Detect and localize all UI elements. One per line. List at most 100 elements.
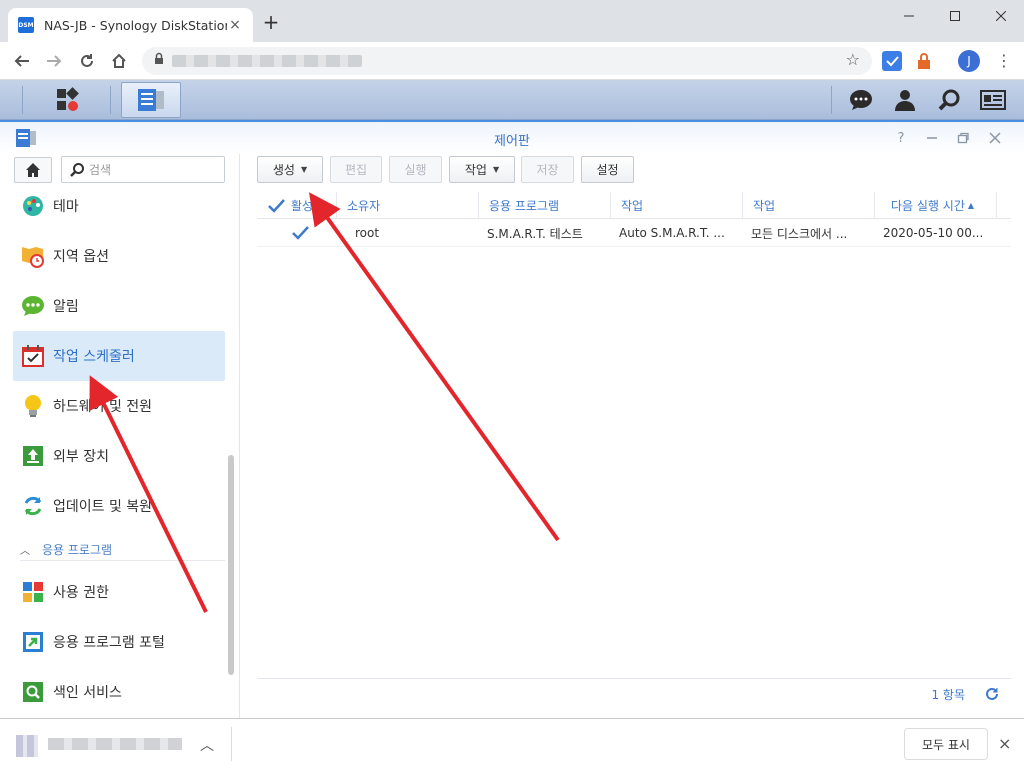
- sidebar-item-indexing-service[interactable]: 색인 서비스: [13, 667, 225, 717]
- back-arrow-icon[interactable]: [10, 49, 34, 73]
- taskbar-divider: [831, 86, 832, 114]
- refresh-icon[interactable]: [983, 685, 1001, 703]
- caret-down-icon: ▼: [492, 165, 500, 174]
- lock-grid-icon: [21, 580, 45, 604]
- window-close-icon[interactable]: [978, 0, 1024, 32]
- chat-icon[interactable]: [846, 86, 876, 114]
- sidebar-item-label: 하드웨어 및 전원: [53, 399, 153, 415]
- chat-bubble-icon: [21, 294, 45, 318]
- dsm-taskbar: [0, 80, 1024, 120]
- sidebar-item-theme[interactable]: 테마: [13, 181, 225, 231]
- sort-ascending-icon: ▲: [967, 201, 975, 210]
- browser-tab[interactable]: DSM NAS-JB - Synology DiskStation ×: [8, 8, 253, 42]
- sidebar: 테마 지역 옵션 알림 작업 스케줄러 하드웨어 및 전원 외부 장치 업데: [0, 154, 240, 718]
- column-owner[interactable]: 소유자: [337, 192, 479, 219]
- action-label: 작업: [464, 163, 487, 177]
- maximize-icon[interactable]: [932, 0, 978, 32]
- window-minimize-icon[interactable]: [923, 129, 941, 147]
- search-input[interactable]: [89, 162, 209, 177]
- cell-next-run: 2020-05-10 00...: [883, 226, 984, 240]
- extension-check-icon[interactable]: [882, 51, 902, 71]
- sidebar-item-privileges[interactable]: 사용 권한: [13, 567, 225, 617]
- select-all-checkbox[interactable]: [267, 197, 285, 215]
- sidebar-item-hardware-power[interactable]: 하드웨어 및 전원: [13, 381, 225, 431]
- sidebar-item-regional-options[interactable]: 지역 옵션: [13, 231, 225, 281]
- minimize-icon[interactable]: [886, 0, 932, 32]
- map-clock-icon: [21, 244, 45, 268]
- window-close-button-icon[interactable]: [986, 129, 1004, 147]
- sidebar-item-label: 업데이트 및 복원: [53, 499, 153, 515]
- portal-arrow-icon: [21, 630, 45, 654]
- sidebar-search[interactable]: [61, 156, 225, 183]
- caret-down-icon: ▼: [300, 165, 308, 174]
- cell-enabled[interactable]: [257, 219, 337, 247]
- table-row[interactable]: root S.M.A.R.T. 테스트 Auto S.M.A.R.T. ... …: [257, 219, 1011, 247]
- sidebar-item-label: 외부 장치: [53, 449, 109, 465]
- blurred-url: [172, 55, 362, 67]
- sidebar-scrollbar[interactable]: [228, 455, 234, 675]
- show-all-button[interactable]: 모두 표시: [904, 728, 988, 760]
- blurred-download-name[interactable]: [48, 738, 182, 750]
- sidebar-item-update-restore[interactable]: 업데이트 및 복원: [13, 481, 225, 531]
- settings-button[interactable]: 설정: [581, 156, 634, 183]
- save-button[interactable]: 저장: [521, 156, 574, 183]
- cell-application: S.M.A.R.T. 테스트: [487, 226, 583, 241]
- bookmark-star-icon[interactable]: ☆: [846, 50, 860, 69]
- palette-icon: [21, 194, 45, 218]
- user-icon[interactable]: [890, 86, 920, 114]
- sidebar-section-applications[interactable]: ︿ 응용 프로그램: [20, 541, 225, 561]
- cell-task: Auto S.M.A.R.T. ...: [619, 226, 725, 240]
- task-scheduler-panel: 생성 ▼ 편집 실행 작업 ▼ 저장 설정 활성 소유자 응용 프로그램 작업 작업…: [241, 154, 1024, 718]
- sidebar-item-external-devices[interactable]: 외부 장치: [13, 431, 225, 481]
- shelf-divider: [231, 727, 232, 761]
- shelf-close-icon[interactable]: ×: [998, 734, 1011, 753]
- reload-icon[interactable]: [75, 49, 99, 73]
- sidebar-item-label: 작업 스케줄러: [53, 349, 135, 365]
- column-task[interactable]: 작업: [611, 192, 743, 219]
- run-button[interactable]: 실행: [389, 156, 442, 183]
- widgets-icon[interactable]: [978, 86, 1008, 114]
- cell-owner: root: [355, 226, 380, 240]
- sidebar-item-label: 사용 권한: [53, 585, 109, 601]
- download-shelf: ︿ 모두 표시 ×: [0, 718, 1024, 768]
- window-title: 제어판: [494, 134, 530, 149]
- calendar-check-icon: [21, 344, 45, 368]
- search-icon[interactable]: [934, 86, 964, 114]
- action-button[interactable]: 작업 ▼: [449, 156, 515, 183]
- browser-menu-icon[interactable]: ⋮: [994, 50, 1014, 72]
- sidebar-item-task-scheduler[interactable]: 작업 스케줄러: [13, 331, 225, 381]
- table-footer: 1 항목: [257, 678, 1011, 708]
- magnifier-icon: [70, 162, 84, 177]
- tab-close-icon[interactable]: ×: [227, 17, 243, 33]
- control-panel-task-icon[interactable]: [121, 82, 181, 118]
- sidebar-item-notification[interactable]: 알림: [13, 281, 225, 331]
- search-index-icon: [21, 680, 45, 704]
- table-header: 활성 소유자 응용 프로그램 작업 작업 다음 실행 시간 ▲: [257, 192, 1011, 219]
- main-menu-icon[interactable]: [37, 82, 97, 118]
- home-icon[interactable]: [107, 49, 131, 73]
- window-restore-icon[interactable]: [954, 129, 972, 147]
- extension-lock-icon[interactable]: [914, 51, 934, 71]
- sidebar-item-label: 테마: [53, 199, 79, 215]
- home-button[interactable]: [14, 157, 52, 183]
- new-tab-button[interactable]: +: [260, 12, 282, 34]
- edit-button[interactable]: 편집: [330, 156, 382, 183]
- refresh-arrows-icon: [21, 494, 45, 518]
- column-enabled[interactable]: 활성: [257, 192, 337, 219]
- column-next-run-time[interactable]: 다음 실행 시간 ▲: [875, 192, 997, 219]
- profile-avatar[interactable]: J: [958, 50, 980, 72]
- create-button[interactable]: 생성 ▼: [257, 156, 323, 183]
- column-label: 활성: [291, 199, 314, 213]
- create-label: 생성: [272, 163, 295, 177]
- forward-arrow-icon[interactable]: [42, 49, 66, 73]
- sidebar-item-application-portal[interactable]: 응용 프로그램 포털: [13, 617, 225, 667]
- column-application[interactable]: 응용 프로그램: [479, 192, 611, 219]
- chevron-up-icon[interactable]: ︿: [200, 735, 214, 755]
- section-label: 응용 프로그램: [42, 543, 113, 557]
- column-action[interactable]: 작업: [743, 192, 875, 219]
- download-file-icon[interactable]: [16, 735, 38, 757]
- help-icon[interactable]: ?: [892, 129, 910, 147]
- tab-title: NAS-JB - Synology DiskStation: [44, 17, 227, 33]
- row-enabled-checkbox[interactable]: [291, 224, 309, 242]
- address-bar[interactable]: ☆: [142, 47, 872, 75]
